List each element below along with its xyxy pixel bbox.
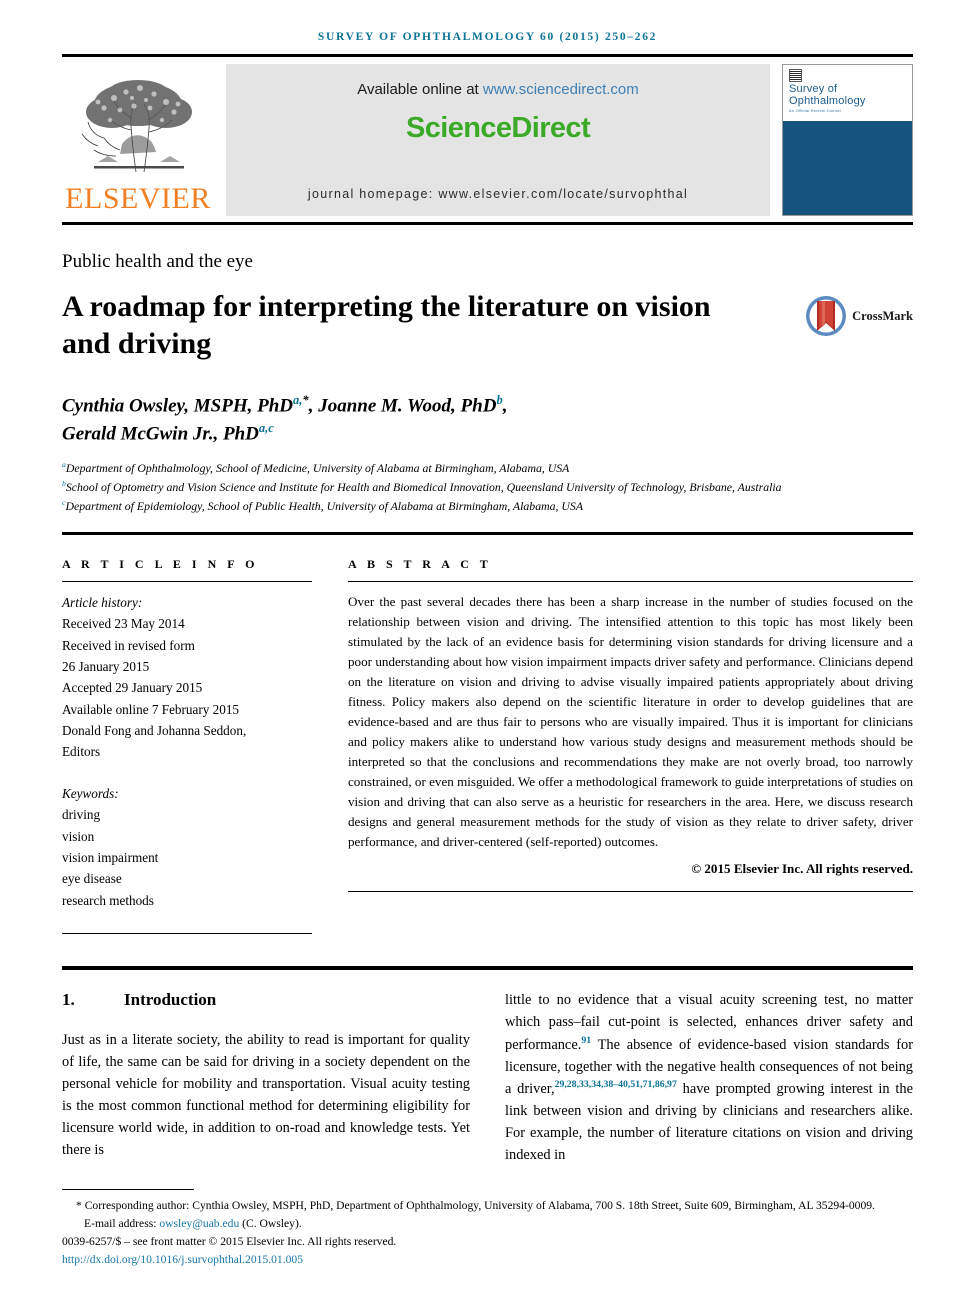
article-history-item: Available online 7 February 2015 <box>62 701 240 717</box>
running-head: Survey of Ophthalmology 60 (2015) 250–26… <box>317 31 658 43</box>
article-editors: Donald Fong and Johanna Seddon, <box>62 723 247 739</box>
article-history-item: Received 23 May 2014 <box>62 616 185 632</box>
masthead: ELSEVIER Available online at www.science… <box>62 64 913 216</box>
info-abstract-block: A R T I C L E I N F O Article history: R… <box>62 556 913 935</box>
elsevier-tree-icon <box>81 80 192 173</box>
affiliation-c: cDepartment of Epidemiology, School of P… <box>62 497 913 516</box>
author-mcgwin-affmark: a,c <box>258 420 274 435</box>
article-page: Survey of Ophthalmology 60 (2015) 250–26… <box>0 0 975 1305</box>
author-mcgwin: Gerald McGwin Jr., PhD <box>62 423 259 445</box>
section-kicker: Public health and the eye <box>62 251 253 272</box>
affiliation-b-text: School of Optometry and Vision Science a… <box>65 480 782 495</box>
article-info-heading: A R T I C L E I N F O <box>62 556 259 571</box>
author-sep-1: , Joanne M. Wood, PhD <box>308 395 497 417</box>
page-footer: * Corresponding author: Cynthia Owsley, … <box>62 1189 913 1269</box>
title-row: A roadmap for interpreting the literatur… <box>62 289 913 362</box>
info-rule-top <box>62 531 913 535</box>
journal-cover-header: Survey of Ophthalmology An Official Revi… <box>783 65 912 121</box>
journal-cover-body <box>783 121 912 215</box>
intro-paragraph-right: little to no evidence that a visual acui… <box>505 990 913 1167</box>
article-history-label: Article history: <box>62 594 143 610</box>
journal-cover-subtitle: An Official Review Journal <box>789 108 841 114</box>
body-rule <box>62 966 913 971</box>
abstract-column: A B S T R A C T Over the past several de… <box>348 557 913 934</box>
available-online-text: Available online at <box>357 81 483 98</box>
author-line-2: Gerald McGwin Jr., PhDa,c <box>62 420 913 448</box>
email-note: E-mail address: owsley@uab.edu (C. Owsle… <box>62 1215 913 1233</box>
email-label: E-mail address: <box>84 1217 160 1231</box>
abstract-copyright: © 2015 Elsevier Inc. All rights reserved… <box>691 861 913 877</box>
crossmark-badge[interactable]: CrossMark <box>805 289 913 337</box>
elsevier-logo: ELSEVIER <box>62 64 214 216</box>
body-column-right: little to no evidence that a visual acui… <box>505 990 913 1167</box>
email-suffix: (C. Owsley). <box>239 1217 302 1231</box>
header-rule-top <box>62 54 913 57</box>
sciencedirect-link[interactable]: www.sciencedirect.com <box>483 81 639 98</box>
crossmark-label: CrossMark <box>852 308 913 323</box>
keyword-item: driving <box>62 807 101 823</box>
crossmark-icon <box>806 296 847 336</box>
article-history-item: Accepted 29 January 2015 <box>62 680 203 696</box>
article-history: Article history: Received 23 May 2014 Re… <box>62 592 312 763</box>
corresponding-author-text: Corresponding author: Cynthia Owsley, MS… <box>84 1199 875 1213</box>
section-heading: 1. Introduction <box>62 990 470 1010</box>
article-info-column: A R T I C L E I N F O Article history: R… <box>62 556 312 935</box>
keyword-item: research methods <box>62 892 154 908</box>
page-title: A roadmap for interpreting the literatur… <box>62 290 711 360</box>
article-history-item: 26 January 2015 <box>62 658 150 674</box>
author-list: Cynthia Owsley, MSPH, PhDa,*, Joanne M. … <box>62 392 913 447</box>
keywords-block: Keywords: driving vision vision impairme… <box>62 783 312 911</box>
keyword-item: vision impairment <box>62 849 159 865</box>
article-editors-cont: Editors <box>62 744 101 760</box>
intro-paragraph-left: Just as in a literate society, the abili… <box>62 1032 470 1158</box>
body-column-left: 1. Introduction Just as in a literate so… <box>62 990 470 1167</box>
available-online-line: Available online at www.sciencedirect.co… <box>357 81 639 98</box>
corresponding-author-note: * Corresponding author: Cynthia Owsley, … <box>62 1197 913 1215</box>
affiliations: aDepartment of Ophthalmology, School of … <box>62 459 913 516</box>
intro-right-part3: have prompted growing interest in the li… <box>505 1081 913 1163</box>
author-owsley-affmark: a, <box>293 393 303 408</box>
elsevier-wordmark: ELSEVIER <box>65 182 211 215</box>
author-owsley: Cynthia Owsley, MSPH, PhD <box>62 395 294 417</box>
author-line-1: Cynthia Owsley, MSPH, PhDa,*, Joanne M. … <box>62 392 913 420</box>
journal-cover-title-line2: Ophthalmology <box>789 94 866 107</box>
affiliation-b: bSchool of Optometry and Vision Science … <box>62 478 913 497</box>
sciencedirect-banner: Available online at www.sciencedirect.co… <box>226 64 770 216</box>
journal-cover-title-line1: Survey of <box>789 83 838 95</box>
keywords-label: Keywords: <box>62 785 119 801</box>
keyword-item: eye disease <box>62 871 122 887</box>
email-link[interactable]: owsley@uab.edu <box>159 1217 239 1230</box>
journal-emblem-icon <box>789 69 802 82</box>
journal-homepage-line[interactable]: journal homepage: www.elsevier.com/locat… <box>226 187 770 201</box>
issn-line: 0039-6257/$ – see front matter © 2015 El… <box>62 1235 397 1249</box>
abstract-heading-rule <box>348 580 913 582</box>
affiliation-c-text: Department of Epidemiology, School of Pu… <box>65 498 584 513</box>
abstract-text: Over the past several decades there has … <box>348 593 913 850</box>
footnote-rule <box>62 1189 194 1191</box>
sciencedirect-logo: ScienceDirect <box>405 112 591 144</box>
citation-ref-91[interactable]: 91 <box>581 1035 591 1046</box>
article-history-item: Received in revised form <box>62 637 195 653</box>
abstract-heading: A B S T R A C T <box>348 556 492 571</box>
citation-ref-group[interactable]: 29,28,33,34,38–40,51,71,86,97 <box>555 1079 677 1090</box>
body-columns: 1. Introduction Just as in a literate so… <box>62 990 913 1167</box>
section-number: 1. <box>62 990 75 1010</box>
corresponding-asterisk: * <box>76 1199 85 1213</box>
affiliation-a: aDepartment of Ophthalmology, School of … <box>62 459 913 478</box>
doi-link[interactable]: http://dx.doi.org/10.1016/j.survophthal.… <box>62 1251 913 1269</box>
keyword-item: vision <box>62 828 95 844</box>
abstract-rule-bottom <box>348 891 913 893</box>
journal-cover-thumbnail: Survey of Ophthalmology An Official Revi… <box>782 64 913 216</box>
section-title: Introduction <box>124 990 217 1010</box>
affiliation-a-text: Department of Ophthalmology, School of M… <box>65 461 570 476</box>
masthead-rule-bottom <box>62 222 913 225</box>
keywords-rule <box>62 933 312 935</box>
article-info-heading-rule <box>62 580 312 582</box>
author-sep-2: , <box>502 395 508 417</box>
